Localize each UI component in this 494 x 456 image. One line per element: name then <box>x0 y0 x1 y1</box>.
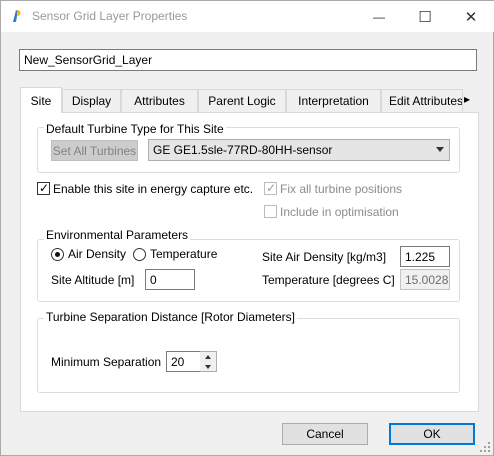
chevron-down-icon <box>436 147 444 152</box>
tab-attributes[interactable]: Attributes <box>121 89 198 113</box>
window-title: Sensor Grid Layer Properties <box>32 9 188 23</box>
maximize-icon: ☐ <box>418 8 432 26</box>
spin-up-button[interactable] <box>200 352 216 362</box>
dialog-window: Sensor Grid Layer Properties — ☐ ✕ New_S… <box>0 0 494 456</box>
tab-site[interactable]: Site <box>20 87 62 113</box>
spin-down-button[interactable] <box>200 362 216 372</box>
site-air-density-label: Site Air Density [kg/m3] <box>262 250 387 264</box>
energy-capture-checkbox[interactable]: ✓ <box>37 181 50 195</box>
minimize-button[interactable]: — <box>356 1 402 32</box>
min-separation-spinner <box>200 351 217 372</box>
include-optimisation-label: Include in optimisation <box>280 205 399 219</box>
temperature-field-label: Temperature [degrees C] <box>262 273 395 287</box>
tab-parent-logic[interactable]: Parent Logic <box>198 89 286 113</box>
separation-group-label: Turbine Separation Distance [Rotor Diame… <box>44 310 297 324</box>
checkmark-icon: ✓ <box>266 181 277 195</box>
tab-interpretation[interactable]: Interpretation <box>286 89 381 113</box>
close-icon: ✕ <box>464 8 478 26</box>
tab-display[interactable]: Display <box>62 89 121 113</box>
maximize-button[interactable]: ☐ <box>402 1 448 32</box>
resize-grip-icon[interactable] <box>480 442 490 452</box>
temperature-input[interactable]: 15.00288 <box>400 269 450 290</box>
tab-edit-attributes[interactable]: Edit Attributes <box>381 89 463 113</box>
min-separation-input[interactable]: 20 <box>166 351 200 372</box>
site-altitude-input[interactable]: 0 <box>145 269 195 290</box>
fix-positions-checkbox[interactable]: ✓ <box>264 181 277 195</box>
arrow-up-icon <box>205 355 211 359</box>
arrow-down-icon <box>205 365 211 369</box>
energy-capture-label: Enable this site in energy capture etc. <box>53 182 254 196</box>
environmental-group-label: Environmental Parameters <box>44 228 191 242</box>
site-altitude-label: Site Altitude [m] <box>51 273 135 287</box>
include-optimisation-checkbox[interactable] <box>264 205 277 218</box>
turbine-type-group-label: Default Turbine Type for This Site <box>44 122 226 136</box>
site-tab-panel: Default Turbine Type for This Site Set A… <box>20 112 479 412</box>
turbine-type-value: GE GE1.5sle-77RD-80HH-sensor <box>153 143 333 157</box>
ok-button[interactable]: OK <box>389 423 475 445</box>
title-bar[interactable]: Sensor Grid Layer Properties — ☐ ✕ <box>1 1 494 32</box>
fix-positions-label: Fix all turbine positions <box>280 182 403 196</box>
app-logo-icon <box>13 10 21 22</box>
set-all-turbines-button[interactable]: Set All Turbines <box>51 140 138 161</box>
minimize-icon: — <box>373 9 385 24</box>
radio-selected-dot <box>55 252 60 257</box>
min-separation-label: Minimum Separation <box>51 355 162 369</box>
air-density-label: Air Density <box>68 247 127 261</box>
layer-name-input[interactable]: New_SensorGrid_Layer <box>19 49 477 71</box>
cancel-button[interactable]: Cancel <box>282 423 368 445</box>
temperature-radio[interactable] <box>133 248 146 261</box>
checkmark-icon: ✓ <box>39 181 50 195</box>
temperature-radio-label: Temperature <box>150 247 218 261</box>
site-air-density-input[interactable]: 1.225 <box>400 246 450 267</box>
tab-scroll-right-icon[interactable]: ▸ <box>464 92 470 106</box>
close-button[interactable]: ✕ <box>448 1 494 32</box>
turbine-type-select[interactable]: GE GE1.5sle-77RD-80HH-sensor <box>148 139 450 161</box>
air-density-radio[interactable] <box>51 248 64 261</box>
